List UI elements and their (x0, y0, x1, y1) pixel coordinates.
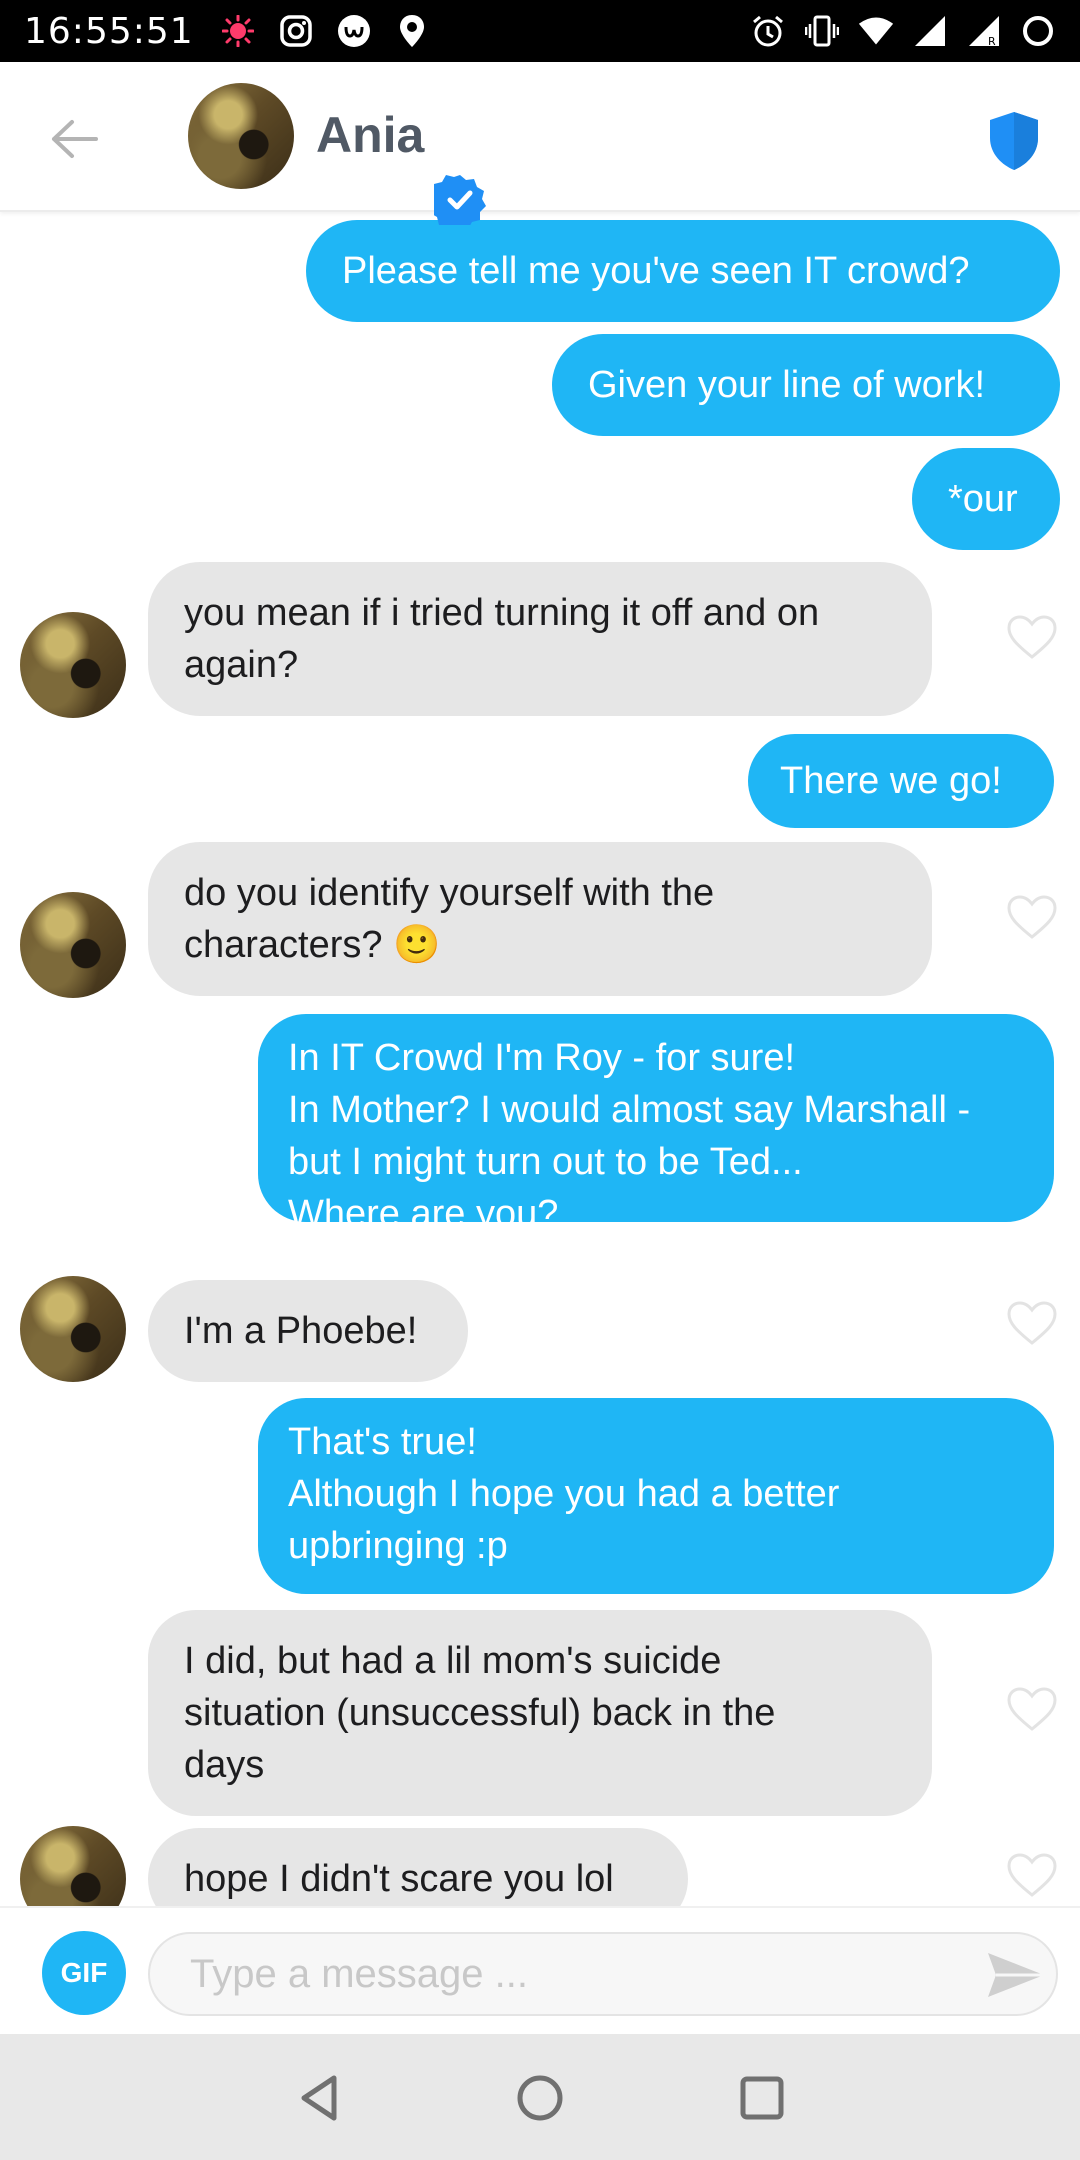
chat-header: Ania (0, 62, 1080, 225)
status-bar: 16:55:51 R (0, 0, 1080, 62)
status-time: 16:55:51 (24, 10, 194, 52)
like-heart-icon[interactable] (1006, 894, 1058, 940)
send-icon[interactable] (986, 1950, 1046, 2000)
message-list[interactable]: Please tell me you've seen IT crowd? Giv… (0, 212, 1080, 1906)
sender-avatar[interactable] (20, 1826, 126, 1906)
like-heart-icon[interactable] (1006, 1300, 1058, 1346)
status-right-icons: R (750, 13, 1056, 49)
message-bubble-outgoing[interactable]: In IT Crowd I'm Roy - for sure! In Mothe… (258, 1014, 1054, 1235)
like-heart-icon[interactable] (1006, 614, 1058, 660)
message-bubble-incoming[interactable]: do you identify yourself with the charac… (148, 842, 932, 996)
signal-icon (912, 13, 948, 49)
shield-icon (990, 112, 1038, 170)
message-bubble-incoming[interactable]: you mean if i tried turning it off and o… (148, 562, 932, 716)
location-icon (394, 13, 430, 49)
battery-icon (1020, 13, 1056, 49)
gif-button[interactable]: GIF (42, 1931, 126, 2015)
like-heart-icon[interactable] (1006, 1852, 1058, 1898)
message-bubble-outgoing[interactable]: There we go! (748, 734, 1054, 828)
back-button[interactable] (40, 104, 110, 174)
safety-shield-button[interactable] (986, 110, 1042, 172)
contact-avatar[interactable] (188, 83, 294, 189)
record-icon (220, 13, 256, 49)
app-icon (336, 13, 372, 49)
sender-avatar[interactable] (20, 1276, 126, 1382)
message-bubble-outgoing[interactable]: *our (912, 448, 1060, 550)
verified-badge-icon (434, 175, 486, 225)
alarm-icon (750, 13, 786, 49)
message-bubble-outgoing[interactable]: Please tell me you've seen IT crowd? (306, 220, 1060, 322)
back-arrow-icon (52, 120, 98, 158)
sender-avatar[interactable] (20, 892, 126, 998)
message-input[interactable] (148, 1932, 1058, 2016)
nav-home-icon[interactable] (512, 2070, 568, 2126)
message-bubble-incoming[interactable]: hope I didn't scare you lol (148, 1828, 688, 1906)
system-nav-bar (0, 2034, 1080, 2160)
nav-recents-icon[interactable] (734, 2070, 790, 2126)
message-bubble-incoming[interactable]: I did, but had a lil mom's suicide situa… (148, 1610, 932, 1816)
instagram-icon (278, 13, 314, 49)
sender-avatar[interactable] (20, 612, 126, 718)
message-composer: GIF (0, 1906, 1080, 2034)
message-bubble-outgoing[interactable]: Given your line of work! (552, 334, 1060, 436)
like-heart-icon[interactable] (1006, 1686, 1058, 1732)
message-bubble-incoming[interactable]: I'm a Phoebe! (148, 1280, 468, 1382)
svg-text:R: R (988, 35, 996, 48)
status-left-icons (220, 13, 430, 49)
contact-name[interactable]: Ania (316, 106, 424, 164)
wifi-icon (858, 13, 894, 49)
nav-back-icon[interactable] (292, 2070, 348, 2126)
vibrate-icon (804, 13, 840, 49)
signal-roaming-icon: R (966, 13, 1002, 49)
message-bubble-outgoing[interactable]: That's true! Although I hope you had a b… (258, 1398, 1054, 1594)
